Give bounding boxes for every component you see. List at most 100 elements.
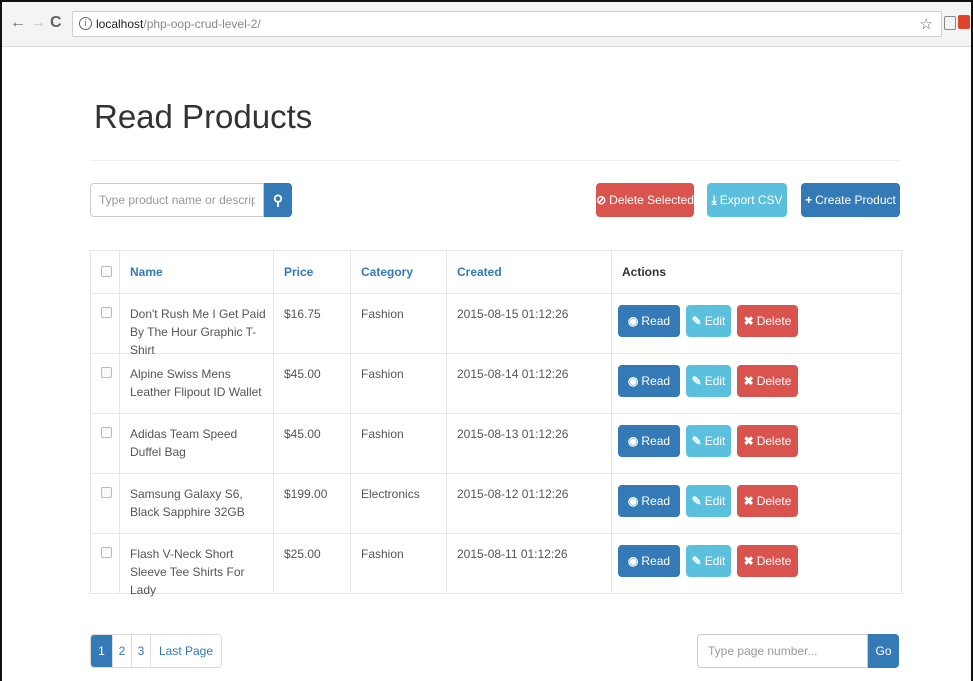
extension-icon[interactable]	[944, 16, 956, 30]
url-host: localhost	[96, 17, 144, 31]
url-text[interactable]: localhost/php-oop-crud-level-2/	[96, 17, 261, 31]
read-button[interactable]: ◉ Read	[618, 545, 680, 577]
row-checkbox[interactable]	[101, 307, 112, 318]
close-icon: ✖	[743, 314, 754, 328]
close-icon: ✖	[743, 374, 754, 388]
product-price: $45.00	[284, 367, 321, 381]
table-row: Don't Rush Me I Get Paid By The Hour Gra…	[91, 294, 901, 357]
select-all-checkbox[interactable]	[101, 266, 112, 277]
page-link-2[interactable]: 2	[112, 635, 131, 667]
extension-icon[interactable]	[958, 15, 970, 29]
table-row: Adidas Team Speed Duffel Bag $45.00 Fash…	[91, 414, 901, 474]
product-name: Don't Rush Me I Get Paid By The Hour Gra…	[130, 307, 266, 357]
edit-label: Edit	[704, 554, 726, 568]
edit-icon: ✎	[691, 434, 702, 448]
reload-icon[interactable]: C	[50, 15, 62, 31]
page-link-3[interactable]: 3	[131, 635, 150, 667]
delete-button[interactable]: ✖ Delete	[737, 545, 798, 577]
product-name: Alpine Swiss Mens Leather Flipout ID Wal…	[130, 367, 262, 399]
browser-toolbar: ← → C i localhost/php-oop-crud-level-2/ …	[2, 2, 971, 47]
search-group: ⚲	[90, 183, 292, 217]
edit-button[interactable]: ✎ Edit	[686, 365, 731, 397]
column-header-name[interactable]: Name	[130, 265, 163, 279]
product-price: $45.00	[284, 427, 321, 441]
delete-label: Delete	[756, 314, 792, 328]
read-label: Read	[641, 374, 671, 388]
row-checkbox[interactable]	[101, 367, 112, 378]
delete-label: Delete	[756, 374, 792, 388]
product-created: 2015-08-14 01:12:26	[457, 367, 569, 381]
create-product-label: Create Product	[815, 193, 896, 207]
export-csv-button[interactable]: ⤓ Export CSV	[707, 183, 787, 217]
back-arrow-icon[interactable]: ←	[10, 15, 26, 31]
read-button[interactable]: ◉ Read	[618, 305, 680, 337]
product-price: $16.75	[284, 307, 321, 321]
go-button[interactable]: Go	[868, 634, 899, 668]
row-checkbox[interactable]	[101, 487, 112, 498]
edit-button[interactable]: ✎ Edit	[686, 305, 731, 337]
plus-icon: +	[805, 193, 813, 207]
last-page-link[interactable]: Last Page	[150, 635, 221, 667]
row-checkbox[interactable]	[101, 547, 112, 558]
download-icon: ⤓	[711, 193, 717, 207]
forward-arrow-icon[interactable]: →	[30, 15, 46, 31]
close-icon: ✖	[743, 434, 754, 448]
product-created: 2015-08-13 01:12:26	[457, 427, 569, 441]
product-category: Electronics	[361, 487, 420, 501]
delete-label: Delete	[756, 494, 792, 508]
eye-icon: ◉	[627, 494, 639, 508]
product-created: 2015-08-12 01:12:26	[457, 487, 569, 501]
eye-icon: ◉	[627, 554, 639, 568]
url-path: /php-oop-crud-level-2/	[143, 17, 261, 31]
search-input[interactable]	[90, 183, 264, 217]
edit-button[interactable]: ✎ Edit	[686, 425, 731, 457]
divider	[90, 160, 900, 161]
create-product-button[interactable]: + Create Product	[801, 183, 900, 217]
edit-button[interactable]: ✎ Edit	[686, 545, 731, 577]
delete-selected-button[interactable]: ⊘ Delete Selected	[596, 183, 694, 217]
read-label: Read	[641, 554, 671, 568]
product-name: Samsung Galaxy S6, Black Sapphire 32GB	[130, 487, 245, 519]
page-title: Read Products	[94, 98, 313, 135]
table-row: Samsung Galaxy S6, Black Sapphire 32GB $…	[91, 474, 901, 534]
edit-button[interactable]: ✎ Edit	[686, 485, 731, 517]
column-header-created[interactable]: Created	[457, 265, 502, 279]
product-category: Fashion	[361, 427, 404, 441]
info-icon[interactable]: i	[79, 17, 92, 30]
close-icon: ✖	[743, 494, 754, 508]
read-button[interactable]: ◉ Read	[618, 365, 680, 397]
edit-icon: ✎	[691, 494, 702, 508]
product-name: Flash V-Neck Short Sleeve Tee Shirts For…	[130, 547, 245, 597]
table-row: Alpine Swiss Mens Leather Flipout ID Wal…	[91, 354, 901, 414]
read-button[interactable]: ◉ Read	[618, 485, 680, 517]
delete-button[interactable]: ✖ Delete	[737, 365, 798, 397]
product-created: 2015-08-11 01:12:26	[457, 547, 568, 561]
product-price: $199.00	[284, 487, 328, 501]
eye-icon: ◉	[627, 314, 639, 328]
read-button[interactable]: ◉ Read	[618, 425, 680, 457]
read-label: Read	[641, 494, 671, 508]
page-link-1[interactable]: 1	[91, 635, 112, 667]
address-bar[interactable]: i localhost/php-oop-crud-level-2/ ☆	[72, 11, 942, 37]
product-created: 2015-08-15 01:12:26	[457, 307, 569, 321]
bookmark-star-icon[interactable]: ☆	[920, 15, 933, 33]
column-header-price[interactable]: Price	[284, 265, 313, 279]
table-header-row: Name Price Category Created Actions	[91, 251, 901, 294]
export-csv-label: Export CSV	[719, 193, 783, 207]
search-icon: ⚲	[272, 192, 284, 208]
search-button[interactable]: ⚲	[264, 183, 292, 217]
column-header-category[interactable]: Category	[361, 265, 413, 279]
product-price: $25.00	[284, 547, 321, 561]
page-number-input[interactable]	[697, 634, 868, 668]
row-checkbox[interactable]	[101, 427, 112, 438]
delete-button[interactable]: ✖ Delete	[737, 305, 798, 337]
delete-selected-label: Delete Selected	[609, 193, 694, 207]
table-row: Flash V-Neck Short Sleeve Tee Shirts For…	[91, 534, 901, 597]
eye-icon: ◉	[627, 374, 639, 388]
window-frame-left	[0, 0, 2, 681]
delete-label: Delete	[756, 434, 792, 448]
delete-button[interactable]: ✖ Delete	[737, 485, 798, 517]
extension-icons	[944, 14, 972, 34]
delete-button[interactable]: ✖ Delete	[737, 425, 798, 457]
product-name: Adidas Team Speed Duffel Bag	[130, 427, 238, 459]
